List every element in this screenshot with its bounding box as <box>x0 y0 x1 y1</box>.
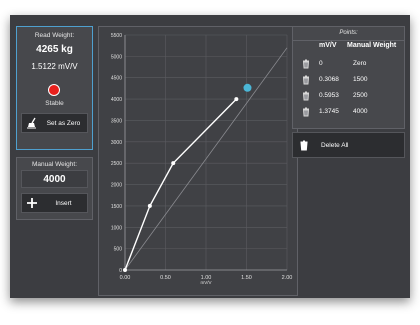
y-tick-label: 4500 <box>111 76 122 82</box>
read-weight-value: 4265 kg <box>36 44 73 55</box>
trash-icon[interactable] <box>301 91 311 101</box>
points-title: Points: <box>293 27 404 41</box>
set-as-zero-label: Set as Zero <box>46 119 81 127</box>
points-row: 1.3745 4000 <box>293 105 404 119</box>
point-mv: 0 <box>319 60 323 67</box>
point-mv: 0.5953 <box>319 92 339 99</box>
point-weight: Zero <box>353 60 367 67</box>
calibration-point <box>123 268 127 272</box>
trash-icon[interactable] <box>301 107 311 117</box>
plus-icon <box>22 194 42 212</box>
broom-icon <box>22 114 42 132</box>
calibration-point <box>171 161 176 166</box>
points-panel: Points: mV/V Manual Weight 0 Zero 0.3068… <box>292 26 405 129</box>
point-weight: 4000 <box>353 108 368 115</box>
point-mv: 0.3068 <box>319 76 339 83</box>
insert-button[interactable]: Insert <box>21 193 88 213</box>
x-tick-label: 0.50 <box>160 275 171 281</box>
x-tick-label: 2.00 <box>282 275 293 281</box>
y-tick-label: 5000 <box>111 54 122 60</box>
y-tick-label: 2000 <box>111 183 122 189</box>
delete-all-label: Delete All <box>321 141 349 149</box>
x-tick-label: 1.50 <box>241 275 252 281</box>
points-row: 0.5953 2500 <box>293 89 404 103</box>
stability-indicator <box>48 84 60 96</box>
calibration-chart: 0 500 1000 1500 2000 2500 3000 3500 4000 4500 5000… <box>98 26 298 296</box>
y-tick-label: 0 <box>119 268 122 274</box>
current-reading-point <box>243 83 252 92</box>
y-tick-label: 3500 <box>111 118 122 124</box>
manual-weight-title: Manual Weight: <box>31 161 78 168</box>
points-row: 0.3068 1500 <box>293 73 404 87</box>
points-col-mv: mV/V <box>319 42 337 49</box>
y-tick-label: 3000 <box>111 140 122 146</box>
manual-weight-panel: Manual Weight: Insert <box>16 157 93 220</box>
y-tick-label: 500 <box>114 247 123 253</box>
x-tick-label: 0.00 <box>120 275 131 281</box>
trash-icon <box>293 133 315 157</box>
point-weight: 2500 <box>353 92 368 99</box>
y-tick-label: 1500 <box>111 204 122 210</box>
read-weight-panel: Read Weight: 4265 kg 1.5122 mV/V Stable … <box>16 26 93 150</box>
point-weight: 1500 <box>353 76 368 83</box>
trash-icon[interactable] <box>301 59 311 69</box>
points-col-weight: Manual Weight <box>347 42 397 49</box>
y-tick-label: 5500 <box>111 33 122 39</box>
y-tick-label: 4000 <box>111 97 122 103</box>
insert-label: Insert <box>55 199 72 207</box>
set-as-zero-button[interactable]: Set as Zero <box>21 113 88 133</box>
trash-icon[interactable] <box>301 75 311 85</box>
manual-weight-input[interactable] <box>21 170 88 188</box>
calibration-point <box>147 203 152 208</box>
read-signal-value: 1.5122 mV/V <box>31 62 78 71</box>
calibration-point <box>234 97 239 102</box>
points-row: 0 Zero <box>293 57 404 71</box>
delete-all-button[interactable]: Delete All <box>292 132 405 158</box>
stability-status: Stable <box>45 100 64 107</box>
point-mv: 1.3745 <box>319 108 339 115</box>
y-tick-label: 2500 <box>111 161 122 167</box>
x-axis-label: mV/V <box>200 280 211 285</box>
calibration-screen: Read Weight: 4265 kg 1.5122 mV/V Stable … <box>10 15 410 298</box>
read-weight-title: Read Weight: <box>34 32 75 39</box>
calibration-chart-svg: 0 500 1000 1500 2000 2500 3000 3500 4000 4500 5000… <box>111 33 293 285</box>
y-tick-label: 1000 <box>111 225 122 231</box>
